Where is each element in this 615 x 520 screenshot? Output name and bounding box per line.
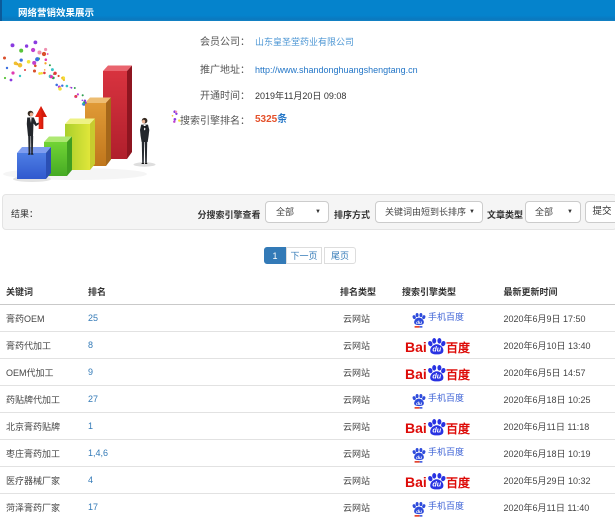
svg-text:du: du xyxy=(416,320,422,326)
svg-text:du: du xyxy=(416,455,422,461)
svg-text:百度: 百度 xyxy=(446,340,471,355)
svg-text:Bai: Bai xyxy=(405,339,427,355)
svg-text:du: du xyxy=(432,371,441,380)
svg-text:Bai: Bai xyxy=(405,474,427,490)
svg-text:du: du xyxy=(416,401,422,407)
svg-text:百度: 百度 xyxy=(446,475,471,490)
svg-text:Bai: Bai xyxy=(405,366,427,382)
svg-text:du: du xyxy=(416,509,422,515)
svg-text:du: du xyxy=(432,479,441,488)
svg-text:百度: 百度 xyxy=(446,367,471,382)
svg-text:Bai: Bai xyxy=(405,420,427,436)
svg-text:百度: 百度 xyxy=(446,421,471,436)
svg-text:du: du xyxy=(432,425,441,434)
svg-text:du: du xyxy=(432,344,441,353)
